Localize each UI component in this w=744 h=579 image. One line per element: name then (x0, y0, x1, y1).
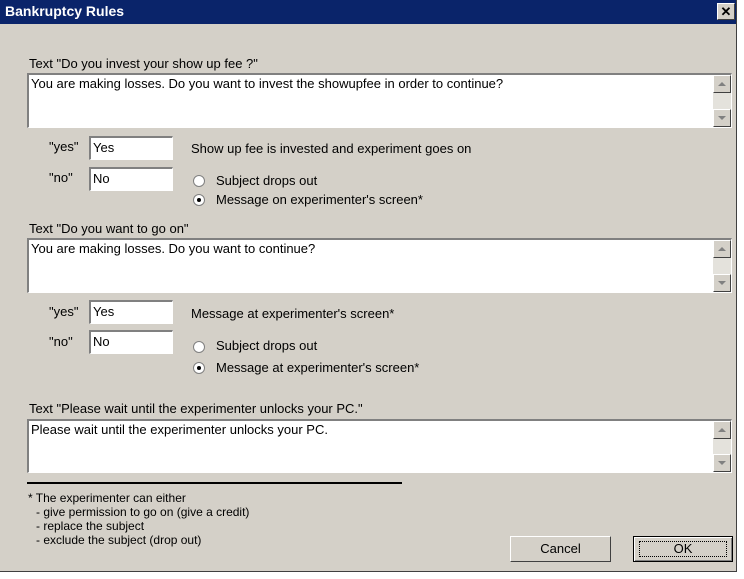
footnote-divider (27, 482, 402, 484)
scroll-down-button[interactable] (713, 109, 731, 127)
go-on-no-radio-message[interactable] (193, 362, 205, 374)
invest-question-label: Text "Do you invest your show up fee ?" (29, 56, 258, 71)
footnote: * The experimenter can either - give per… (28, 491, 249, 547)
footnote-line: * The experimenter can either (28, 491, 186, 505)
go-on-yes-description: Message at experimenter's screen* (191, 306, 395, 321)
invest-no-option-message: Message on experimenter's screen* (216, 192, 423, 207)
cancel-button[interactable]: Cancel (510, 536, 611, 562)
invest-no-radio-message[interactable] (193, 194, 205, 206)
invest-yes-description: Show up fee is invested and experiment g… (191, 141, 472, 156)
invest-yes-field[interactable]: Yes (89, 136, 173, 160)
go-on-no-label: "no" (49, 334, 73, 349)
invest-no-label: "no" (49, 170, 73, 185)
go-on-yes-label: "yes" (49, 304, 79, 319)
footnote-line: - replace the subject (36, 519, 145, 533)
invest-yes-label: "yes" (49, 139, 79, 154)
wait-message-text: Please wait until the experimenter unloc… (31, 422, 328, 437)
title-bar[interactable]: Bankruptcy Rules ✕ (0, 0, 736, 24)
arrow-down-icon (718, 116, 726, 120)
go-on-no-option-message: Message at experimenter's screen* (216, 360, 420, 375)
arrow-down-icon (718, 281, 726, 285)
radio-selected-dot (197, 366, 201, 370)
scroll-up-button[interactable] (713, 421, 731, 439)
scroll-down-button[interactable] (713, 274, 731, 292)
ok-button[interactable]: OK (633, 536, 733, 562)
go-on-yes-field[interactable]: Yes (89, 300, 173, 324)
scroll-up-button[interactable] (713, 75, 731, 93)
wait-message-scrollbar[interactable] (713, 421, 731, 472)
scroll-down-button[interactable] (713, 454, 731, 472)
radio-selected-dot (197, 198, 201, 202)
go-on-question-text: You are making losses. Do you want to co… (31, 241, 316, 256)
wait-message-textarea[interactable]: Please wait until the experimenter unloc… (27, 419, 732, 473)
invest-no-option-drop-out: Subject drops out (216, 173, 318, 188)
window-title: Bankruptcy Rules (5, 3, 125, 19)
invest-question-textarea[interactable]: You are making losses. Do you want to in… (27, 73, 732, 128)
go-on-question-textarea[interactable]: You are making losses. Do you want to co… (27, 238, 732, 293)
go-on-no-radio-drop-out[interactable] (193, 341, 205, 353)
invest-question-scrollbar[interactable] (713, 75, 731, 127)
footnote-line: - exclude the subject (drop out) (36, 533, 202, 547)
arrow-down-icon (718, 461, 726, 465)
go-on-no-option-drop-out: Subject drops out (216, 338, 318, 353)
focus-rectangle (639, 541, 727, 557)
go-on-no-field[interactable]: No (89, 330, 173, 354)
close-icon: ✕ (720, 4, 732, 19)
footnote-line: - give permission to go on (give a credi… (36, 505, 250, 519)
wait-message-label: Text "Please wait until the experimenter… (29, 401, 363, 416)
close-button[interactable]: ✕ (717, 3, 735, 20)
invest-no-field[interactable]: No (89, 167, 173, 191)
scroll-up-button[interactable] (713, 240, 731, 258)
arrow-up-icon (718, 428, 726, 432)
invest-no-radio-drop-out[interactable] (193, 175, 205, 187)
go-on-question-scrollbar[interactable] (713, 240, 731, 292)
arrow-up-icon (718, 247, 726, 251)
invest-question-text: You are making losses. Do you want to in… (31, 76, 504, 91)
bankruptcy-rules-dialog: Bankruptcy Rules ✕ Text "Do you invest y… (0, 0, 737, 572)
arrow-up-icon (718, 82, 726, 86)
go-on-question-label: Text "Do you want to go on" (29, 221, 189, 236)
